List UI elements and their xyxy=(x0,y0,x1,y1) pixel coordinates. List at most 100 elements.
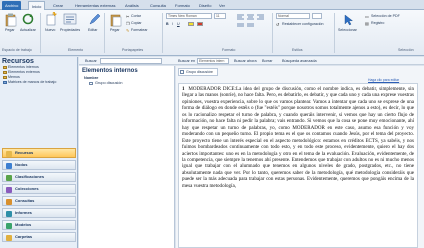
group-label-item: Elemento xyxy=(68,48,84,52)
tab-herramientas-externas[interactable]: Herramientas externas xyxy=(72,1,118,10)
paste-icon[interactable] xyxy=(5,13,17,27)
nav-label: Recursos xyxy=(15,150,34,155)
actualizar-label[interactable]: Actualizar xyxy=(20,28,36,32)
search-now-button[interactable]: Buscar ahora xyxy=(234,59,257,63)
paragraph-text: MODERADOR DICE:La idea del grupo de disc… xyxy=(182,86,414,189)
clear-button[interactable]: Borrar xyxy=(262,59,273,63)
format-painter-icon[interactable]: ✎ xyxy=(126,28,129,33)
clipboard-icon[interactable] xyxy=(110,13,122,27)
paragraph-align-icons[interactable] xyxy=(236,13,266,29)
nav-label: Informes xyxy=(15,210,32,215)
seleccionar-label[interactable]: Seleccionar xyxy=(338,28,357,32)
nav-label: Carpetas xyxy=(15,234,33,239)
document-text[interactable]: 1 MODERADOR DICE:La idea del grupo de di… xyxy=(182,86,414,189)
advanced-search-button[interactable]: Búsqueda avanzada xyxy=(282,59,317,63)
reports-icon xyxy=(6,210,12,217)
tab-crear[interactable]: Crear xyxy=(50,1,66,10)
tree-item-memos[interactable]: Memos xyxy=(8,75,20,79)
folder-icon xyxy=(3,71,7,74)
tab-diseno[interactable]: Diseño xyxy=(196,1,214,10)
tree-item-framework-matrices[interactable]: Matrices de marcos de trabajo xyxy=(8,80,56,84)
nav-informes[interactable]: Informes xyxy=(2,208,76,218)
formatear-label[interactable]: Formatear xyxy=(131,28,148,32)
highlight-icon[interactable] xyxy=(188,22,194,26)
click-to-edit-link[interactable]: Haga clic para editar xyxy=(368,78,399,82)
search-in-label: Buscar en xyxy=(178,58,196,63)
nav-colecciones[interactable]: Colecciones xyxy=(2,184,76,194)
bold-button[interactable]: B xyxy=(166,22,169,26)
nav-carpetas[interactable]: Carpetas xyxy=(2,232,76,242)
nav-label: Clasificaciones xyxy=(15,174,45,179)
group-label-styles: Estilos xyxy=(292,48,303,52)
folder-icon xyxy=(3,76,7,79)
nuevo-label[interactable]: Nuevo xyxy=(45,28,55,32)
reset-settings-icon[interactable]: ↺ xyxy=(276,22,279,27)
ribbon-separator xyxy=(104,13,105,53)
properties-icon[interactable] xyxy=(63,12,77,26)
tab-ver[interactable]: Ver xyxy=(216,1,228,10)
tree-item-external[interactable]: Elementos externos xyxy=(8,70,40,74)
propiedades-label[interactable]: Propiedades xyxy=(60,28,80,32)
tab-analisis[interactable]: Análisis xyxy=(122,1,142,10)
ribbon-separator xyxy=(162,13,163,53)
nav-clasificaciones[interactable]: Clasificaciones xyxy=(2,172,76,182)
font-combo[interactable]: Times New Roman xyxy=(166,13,212,19)
classifications-icon xyxy=(6,174,12,181)
nav-recursos[interactable]: Recursos xyxy=(2,148,76,158)
folder-icon xyxy=(3,66,7,69)
tab-archivo[interactable]: Archivo xyxy=(2,1,22,10)
ribbon-separator xyxy=(272,13,273,53)
cut-icon[interactable]: ✂ xyxy=(126,14,129,19)
nav-nodos[interactable]: Nodos xyxy=(2,160,76,170)
select-cursor-icon[interactable] xyxy=(344,14,354,26)
resources-icon xyxy=(6,150,12,157)
search-scope-select[interactable]: Elementos intern xyxy=(197,58,229,64)
new-item-icon[interactable] xyxy=(45,12,57,26)
nav-label: Consultas xyxy=(15,198,35,203)
style-combo-2[interactable] xyxy=(312,13,322,19)
registro-label[interactable]: Registro xyxy=(371,21,384,25)
copiar-label[interactable]: Copiar xyxy=(131,21,142,25)
group-label-workspace: Espacio de trabajo xyxy=(2,48,32,52)
list-item[interactable]: Grupo discusión xyxy=(95,81,122,85)
queries-icon xyxy=(6,198,12,205)
editar-label[interactable]: Editar xyxy=(88,28,97,32)
group-label-clipboard: Portapapeles xyxy=(122,48,144,52)
pegar-label[interactable]: Pegar xyxy=(110,28,120,32)
collections-icon xyxy=(6,186,12,193)
seleccion-pdf-label[interactable]: Selección de PDF xyxy=(371,14,400,18)
folders-icon xyxy=(6,234,12,241)
items-list-title: Elementos internos xyxy=(82,68,138,74)
search-input[interactable] xyxy=(100,58,162,64)
italic-button[interactable]: I xyxy=(172,22,173,26)
nodes-icon xyxy=(6,162,12,169)
paste-label[interactable]: Pegar xyxy=(5,28,15,32)
font-size-combo[interactable]: 11 xyxy=(214,13,226,19)
document-icon xyxy=(89,82,93,85)
pdf-select-icon[interactable]: ▭ xyxy=(365,14,369,19)
refresh-icon[interactable] xyxy=(22,13,34,25)
models-icon xyxy=(6,222,12,229)
cortar-label[interactable]: Cortar xyxy=(131,14,141,18)
tab-inicio[interactable]: Inicio xyxy=(28,1,46,10)
font-color-icon[interactable] xyxy=(197,22,203,26)
nav-label: Colecciones xyxy=(15,186,39,191)
nav-consultas[interactable]: Consultas xyxy=(2,196,76,206)
ribbon-separator xyxy=(40,13,41,53)
record-icon[interactable]: ▤ xyxy=(365,21,369,26)
items-list-panel xyxy=(79,66,175,248)
nav-modelos[interactable]: Modelos xyxy=(2,220,76,230)
nav-label: Modelos xyxy=(15,222,32,227)
search-label: Buscar xyxy=(85,58,97,63)
column-header-name[interactable]: Nombre xyxy=(84,76,98,80)
tab-consulta[interactable]: Consulta xyxy=(147,1,169,10)
restablecer-label[interactable]: Restablecer configuración xyxy=(282,22,324,26)
copy-icon[interactable]: ❐ xyxy=(126,21,130,26)
tree-item-internal[interactable]: Elementos internos xyxy=(8,65,39,69)
edit-icon[interactable] xyxy=(88,12,100,26)
close-tab-icon[interactable]: × xyxy=(211,69,213,74)
style-combo[interactable]: Normal xyxy=(276,13,310,19)
underline-button[interactable]: U xyxy=(177,22,180,26)
ribbon-tab-bar: Archivo Inicio Crear Herramientas extern… xyxy=(0,0,424,10)
tab-formato[interactable]: Formato xyxy=(172,1,193,10)
